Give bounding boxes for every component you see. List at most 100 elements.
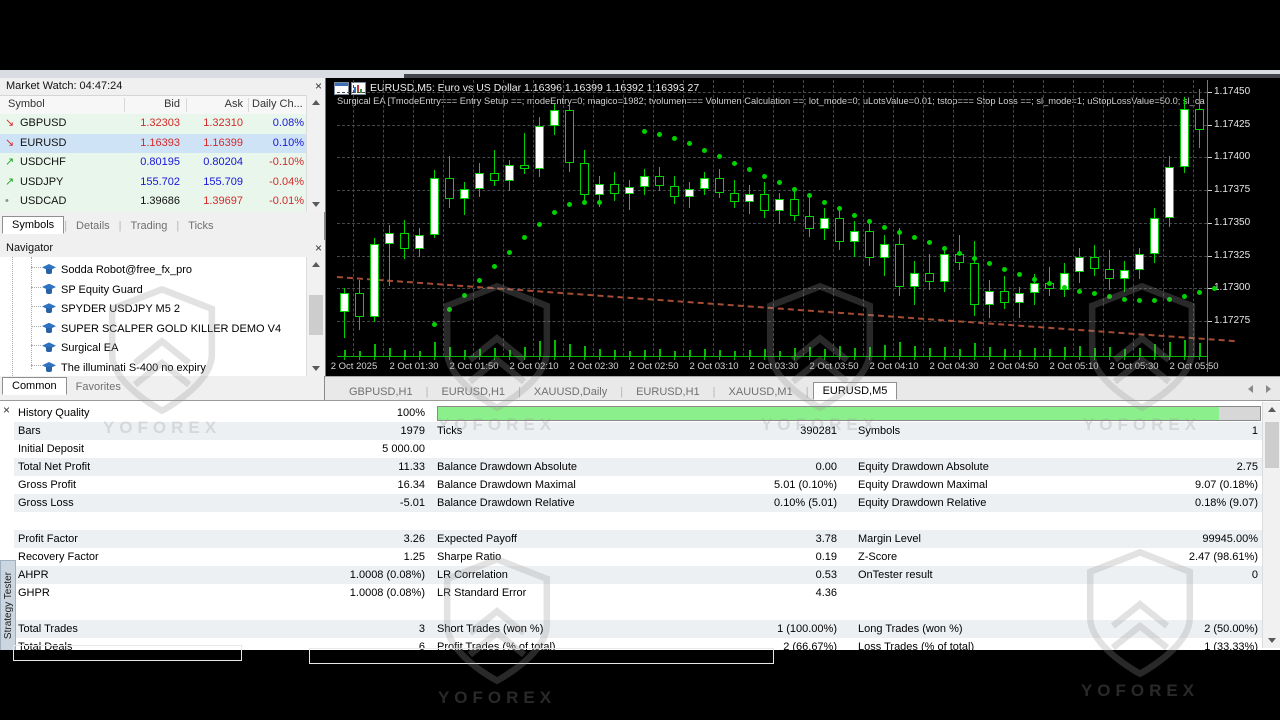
tester-row: History Quality 100% [14,404,1262,422]
tab-separator: | [620,386,624,398]
expert-advisor-icon [42,283,56,295]
test-progress-fill [438,407,1219,420]
symbol-name: USDCHF [20,156,66,168]
tester-row: GHPR 1.0008 (0.08%) LR Standard Error 4.36 [14,584,1262,602]
scroll-up-icon[interactable] [312,262,320,267]
scrollbar-thumb[interactable] [309,295,323,335]
stat-value: 0.18% (9.07) [1195,497,1258,509]
stat-value: 1 (100.00%) [777,623,837,635]
market-watch-tab-details[interactable]: Details [67,218,119,234]
column-header-symbol[interactable]: Symbol [8,98,45,110]
tester-close-icon[interactable]: × [3,404,10,416]
symbol-name: USDCAD [20,195,67,207]
down-arrow-icon: ↘ [5,136,15,149]
ask-value: 155.709 [203,175,243,188]
scroll-up-icon[interactable] [1268,407,1276,412]
symbol-name: GBPUSD [20,117,67,129]
stat-label: Bars [18,425,41,437]
stat-value: 0.19 [815,551,837,563]
navigator-scrollbar[interactable] [306,257,325,376]
stat-label: OnTester result [858,569,933,581]
stat-value: 1.0008 (0.08%) [349,569,425,581]
cap-base [46,347,52,353]
daily-change-value: -0.01% [269,195,304,207]
daily-change-value: 0.08% [272,117,304,129]
scroll-down-icon[interactable] [312,366,320,371]
market-watch-tab-symbols[interactable]: Symbols [2,216,65,234]
stat-value: 1.25 [403,551,425,563]
market-watch-row[interactable]: ↗ USDJPY 155.702 155.709 -0.04% [0,172,306,192]
navigator-item[interactable]: Sodda Robot@free_fx_pro [42,261,302,279]
navigator-item[interactable]: SUPER SCALPER GOLD KILLER DEMO V4 [42,320,302,338]
chart-tab-eurusd-m5[interactable]: EURUSD,M5 [812,382,898,400]
navigator-item-label: SPYDER USDJPY M5 2 [61,303,181,316]
chart-tab-xauusd-m1[interactable]: XAUUSD,M1 [720,384,802,400]
navigator-item[interactable]: The illuminati S-400 no expiry [42,359,302,376]
navigator-item-label: Surgical EA [61,342,119,355]
navigator-item[interactable]: SP Equity Guard [42,281,302,299]
tab-scroll-right-icon[interactable] [1266,385,1271,393]
navigator-item[interactable]: Surgical EA [42,339,302,357]
chart-tab-gbpusd-h1[interactable]: GBPUSD,H1 [340,384,422,400]
stat-label: Equity Drawdown Maximal [858,479,988,491]
chart-tab-eurusd-h1[interactable]: EURUSD,H1 [432,384,514,400]
stat-value: 5 000.00 [382,443,425,455]
market-watch-row[interactable]: ↗ USDCHF 0.80195 0.80204 -0.10% [0,153,306,173]
market-watch-tabs: Symbols | Details | Trading | Ticks [2,215,322,234]
chart-tabs: GBPUSD,H1 | EURUSD,H1 | XAUUSD,Daily | EURUSD,… [340,379,898,400]
navigator-tab-common[interactable]: Common [2,377,67,395]
stat-label: Balance Drawdown Relative [437,497,575,509]
column-header-bid[interactable]: Bid [118,98,180,110]
tester-scrollbar[interactable] [1262,402,1280,648]
market-watch-close-icon[interactable]: × [315,80,322,92]
tester-row: AHPR 1.0008 (0.08%) LR Correlation 0.53 OnTe… [14,566,1262,584]
chart-tab-eurusd-h1[interactable]: EURUSD,H1 [627,384,709,400]
stat-label: Margin Level [858,533,921,545]
market-watch-row[interactable]: ↘ EURUSD 1.16393 1.16399 0.10% [0,133,306,153]
scrollbar-thumb[interactable] [1265,422,1279,468]
bid-value: 0.80195 [140,156,180,168]
tester-row: Gross Loss -5.01 Balance Drawdown Relative… [14,494,1262,512]
market-watch-tab-ticks[interactable]: Ticks [179,218,222,234]
tester-rows: History Quality 100% Bars 1979 Ticks 390281 Sy… [14,404,1262,656]
tab-scroll-left-icon[interactable] [1248,385,1253,393]
market-watch-row[interactable]: ↘ GBPUSD 1.32303 1.32310 0.08% [0,114,306,134]
tester-row [14,602,1262,620]
cap-base [46,288,52,294]
chart-title: EURUSD,M5: Euro vs US Dollar 1.16396 1.1… [370,82,700,94]
column-header-daily-change[interactable]: Daily Ch... [252,98,303,110]
stat-value: 0 [1251,569,1258,581]
chart-window[interactable] [325,78,1280,376]
up-arrow-icon: ↗ [5,175,15,188]
tester-row: Recovery Factor 1.25 Sharpe Ratio 0.19 Z-Sco… [14,548,1262,566]
tab-separator: | [712,386,716,398]
bid-value: 1.39686 [140,195,180,207]
expert-advisor-icon [42,342,56,353]
scroll-up-icon[interactable] [312,100,320,105]
expert-advisor-icon [42,362,56,373]
navigator-item-label: The illuminati S-400 no expiry [61,362,206,374]
tester-row: Total Net Profit 11.33 Balance Drawdown Ab… [14,458,1262,476]
expert-advisor-icon [42,303,56,314]
stat-value: 9.07 (0.18%) [1195,479,1258,491]
column-header-ask[interactable]: Ask [181,98,243,110]
market-watch-row[interactable]: • USDCAD 1.39686 1.39697 -0.01% [0,192,306,212]
market-watch-scrollbar[interactable] [306,95,325,212]
stat-value: 1 [1251,425,1258,437]
cap-base [46,308,52,314]
navigator-item[interactable]: SPYDER USDJPY M5 2 [42,300,302,318]
bid-value: 1.16393 [140,136,180,149]
stat-label: AHPR [18,569,49,581]
scroll-down-icon[interactable] [312,202,320,207]
scroll-down-icon[interactable] [1268,638,1276,643]
tester-row: Total Trades 3 Short Trades (won %) 1 (100.… [14,620,1262,638]
tester-row [14,512,1262,530]
chart-tab-xauusd-daily[interactable]: XAUUSD,Daily [525,384,616,400]
navigator-close-icon[interactable]: × [315,242,322,254]
navigator-tree: Sodda Robot@free_fx_pro SP Equity Guard SP… [0,257,306,376]
navigator-tab-favorites[interactable]: Favorites [67,379,130,395]
tree-connector [31,325,41,328]
tester-side-tab[interactable]: Strategy Tester [0,560,16,652]
market-watch-tab-trading[interactable]: Trading [122,218,177,234]
tab-separator: | [805,386,809,398]
